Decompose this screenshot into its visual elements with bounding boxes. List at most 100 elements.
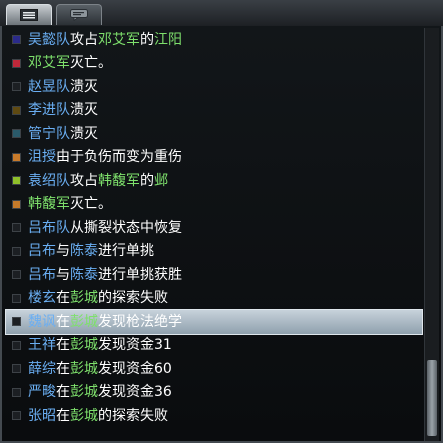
actor-name: 袁绍队 (28, 172, 70, 189)
log-text: 在 (56, 360, 70, 377)
tab-event-log[interactable] (6, 4, 52, 25)
scrollbar-thumb[interactable] (427, 360, 437, 436)
log-text: 攻占 (70, 172, 98, 189)
chat-icon (70, 9, 88, 21)
log-text: 溃灭 (70, 125, 98, 142)
log-entry-text: 赵昱队溃灭 (28, 80, 98, 94)
faction-color-marker (12, 199, 21, 209)
log-entry-text: 袁绍队攻占韩馥军的邺 (28, 174, 168, 188)
faction-color-marker (12, 58, 21, 68)
log-entry-text: 吕布与陈泰进行单挑获胜 (28, 268, 182, 282)
log-entry-text: 楼玄在彭城的探索失败 (28, 291, 168, 305)
actor-name: 管宁队 (28, 125, 70, 142)
faction-color-marker (12, 223, 21, 233)
actor-name: 吕布 (28, 266, 56, 283)
place-name: 邺 (154, 172, 168, 189)
log-entry[interactable]: 沮授由于负伤而变为重伤 (8, 146, 418, 170)
faction-color-marker (12, 364, 21, 374)
tab-bar (0, 0, 443, 27)
faction-color-marker (12, 387, 21, 397)
scrollbar[interactable] (424, 28, 439, 441)
faction-color-marker (12, 35, 21, 45)
log-entry-text: 李进队溃灭 (28, 103, 98, 117)
actor-name: 李进队 (28, 102, 70, 119)
faction-color-marker (12, 293, 21, 303)
log-entry-text: 吴懿队攻占邓艾军的江阳 (28, 33, 182, 47)
log-entry[interactable]: 韩馥军灭亡。 (8, 193, 418, 217)
log-text: 灭亡。 (70, 196, 112, 213)
log-text: 灭亡。 (70, 55, 112, 72)
place-name: 彭城 (70, 313, 98, 330)
log-entry-text: 韩馥军灭亡。 (28, 197, 112, 211)
actor-name: 王祥 (28, 337, 56, 354)
log-entry[interactable]: 袁绍队攻占韩馥军的邺 (8, 169, 418, 193)
log-entry[interactable]: 魏讽在彭城发现枪法绝学 (5, 309, 423, 335)
log-text: 发现资金31 (98, 337, 172, 354)
tab-chat[interactable] (56, 4, 102, 25)
log-entry[interactable]: 吕布与陈泰进行单挑 (8, 240, 418, 264)
log-entry-text: 邓艾军灭亡。 (28, 56, 112, 70)
log-text: 的 (140, 172, 154, 189)
faction-color-marker (12, 340, 21, 350)
actor-name: 吴懿队 (28, 31, 70, 48)
log-entry[interactable]: 赵昱队溃灭 (8, 75, 418, 99)
log-text: 在 (56, 407, 70, 424)
log-entry-text: 吕布与陈泰进行单挑 (28, 244, 154, 258)
place-name: 江阳 (154, 31, 182, 48)
log-entry-text: 严畯在彭城发现资金36 (28, 385, 172, 399)
faction-color-marker (12, 105, 21, 115)
actor-name: 陈泰 (70, 243, 98, 260)
place-name: 彭城 (70, 384, 98, 401)
place-name: 彭城 (70, 290, 98, 307)
faction-color-marker (12, 317, 21, 327)
log-text: 溃灭 (70, 78, 98, 95)
log-entry[interactable]: 楼玄在彭城的探索失败 (8, 287, 418, 311)
actor-name: 吕布 (28, 243, 56, 260)
log-text: 溃灭 (70, 102, 98, 119)
faction-color-marker (12, 176, 21, 186)
log-text: 从撕裂状态中恢复 (70, 219, 182, 236)
faction-color-marker (12, 82, 21, 92)
faction-color-marker (12, 246, 21, 256)
faction-color-marker (12, 411, 21, 421)
event-log-list[interactable]: 吴懿队攻占邓艾军的江阳 邓艾军灭亡。 赵昱队溃灭 李进队溃灭 管宁队溃灭 沮授由于负伤而变… (5, 28, 423, 428)
actor-name: 薛综 (28, 360, 56, 377)
log-text: 在 (56, 384, 70, 401)
log-entry-text: 沮授由于负伤而变为重伤 (28, 150, 182, 164)
actor-name: 魏讽 (28, 313, 56, 330)
log-entry[interactable]: 吕布与陈泰进行单挑获胜 (8, 263, 418, 287)
log-entry[interactable]: 薛综在彭城发现资金60 (8, 357, 418, 381)
log-text: 在 (56, 337, 70, 354)
actor-name: 吕布队 (28, 219, 70, 236)
log-text: 的探索失败 (98, 407, 168, 424)
faction-color-marker (12, 152, 21, 162)
log-entry[interactable]: 张昭在彭城的探索失败 (8, 404, 418, 428)
log-text: 与 (56, 266, 70, 283)
place-name: 彭城 (70, 337, 98, 354)
place-name: 邓艾军 (28, 55, 70, 72)
actor-name: 沮授 (28, 149, 56, 166)
log-entry-text: 管宁队溃灭 (28, 127, 98, 141)
place-name: 韩馥军 (98, 172, 140, 189)
log-entry[interactable]: 吕布队从撕裂状态中恢复 (8, 216, 418, 240)
place-name: 邓艾军 (98, 31, 140, 48)
log-text: 发现资金60 (98, 360, 172, 377)
log-text: 与 (56, 243, 70, 260)
log-entry[interactable]: 管宁队溃灭 (8, 122, 418, 146)
log-entry[interactable]: 吴懿队攻占邓艾军的江阳 (8, 28, 418, 52)
actor-name: 张昭 (28, 407, 56, 424)
faction-color-marker (12, 270, 21, 280)
log-entry[interactable]: 王祥在彭城发现资金31 (8, 334, 418, 358)
log-text: 进行单挑 (98, 243, 154, 260)
log-entry-text: 魏讽在彭城发现枪法绝学 (28, 315, 182, 329)
place-name: 韩馥军 (28, 196, 70, 213)
log-entry[interactable]: 严畯在彭城发现资金36 (8, 381, 418, 405)
log-entry-text: 吕布队从撕裂状态中恢复 (28, 221, 182, 235)
log-entry[interactable]: 李进队溃灭 (8, 99, 418, 123)
log-entry[interactable]: 邓艾军灭亡。 (8, 52, 418, 76)
log-text: 发现枪法绝学 (98, 313, 182, 330)
actor-name: 赵昱队 (28, 78, 70, 95)
log-entry-text: 王祥在彭城发现资金31 (28, 338, 172, 352)
log-text: 的 (140, 31, 154, 48)
place-name: 彭城 (70, 360, 98, 377)
